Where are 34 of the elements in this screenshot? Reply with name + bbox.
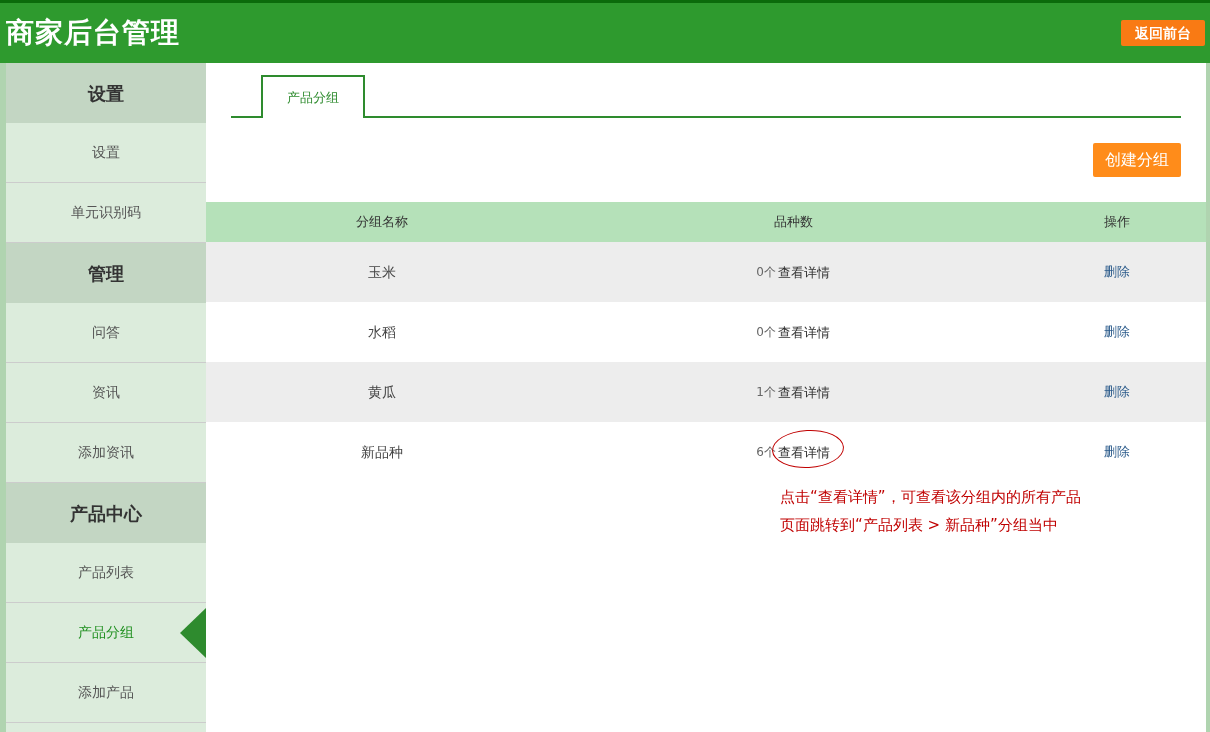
column-header: 操作 xyxy=(1103,213,1131,232)
annotation-text: 页面跳转到“产品列表 > 新品种”分组当中 xyxy=(780,515,1059,536)
annotation-text: 点击“查看详情”，可查看该分组内的所有产品 xyxy=(780,487,1081,508)
delete-link[interactable]: 删除 xyxy=(1104,442,1130,462)
count-text: 0个 xyxy=(756,264,776,281)
sidebar-item[interactable]: 问答 xyxy=(92,322,120,343)
count-text: 0个 xyxy=(756,324,776,341)
group-name-cell-text: 水稻 xyxy=(368,322,396,342)
view-details-link[interactable]: 查看详情 xyxy=(777,325,830,340)
column-header: 品种数 xyxy=(772,213,814,232)
sidebar-section-title: 产品中心 xyxy=(70,501,142,526)
sidebar-item[interactable]: 设置 xyxy=(92,142,120,163)
sidebar-item[interactable]: 添加资讯 xyxy=(78,442,134,463)
sidebar-section-title: 管理 xyxy=(88,261,124,286)
group-name-cell-text: 黄瓜 xyxy=(368,382,396,402)
sidebar-item[interactable]: 产品分组 xyxy=(78,622,134,643)
tab[interactable]: 产品分组 xyxy=(261,75,365,118)
selected-pointer-icon xyxy=(180,608,206,658)
column-header: 分组名称 xyxy=(355,213,409,232)
sidebar-item[interactable]: 资讯 xyxy=(92,382,120,403)
sidebar-section-title: 设置 xyxy=(88,81,124,106)
delete-link[interactable]: 删除 xyxy=(1104,382,1130,402)
group-name-cell-text: 玉米 xyxy=(368,262,396,282)
group-name-cell-text: 新品种 xyxy=(361,442,403,462)
sidebar-item[interactable]: 单元识别码 xyxy=(71,202,141,223)
app-title: 商家后台管理 xyxy=(6,15,180,51)
sidebar-item[interactable]: 添加产品 xyxy=(78,682,134,703)
view-details-link[interactable]: 查看详情 xyxy=(777,385,830,400)
view-details-link[interactable]: 查看详情 xyxy=(777,445,830,460)
count-text: 1个 xyxy=(756,384,776,401)
delete-link[interactable]: 删除 xyxy=(1104,322,1130,342)
view-details-link[interactable]: 查看详情 xyxy=(777,265,830,280)
sidebar-item[interactable]: 产品列表 xyxy=(78,562,134,583)
delete-link[interactable]: 删除 xyxy=(1104,262,1130,282)
